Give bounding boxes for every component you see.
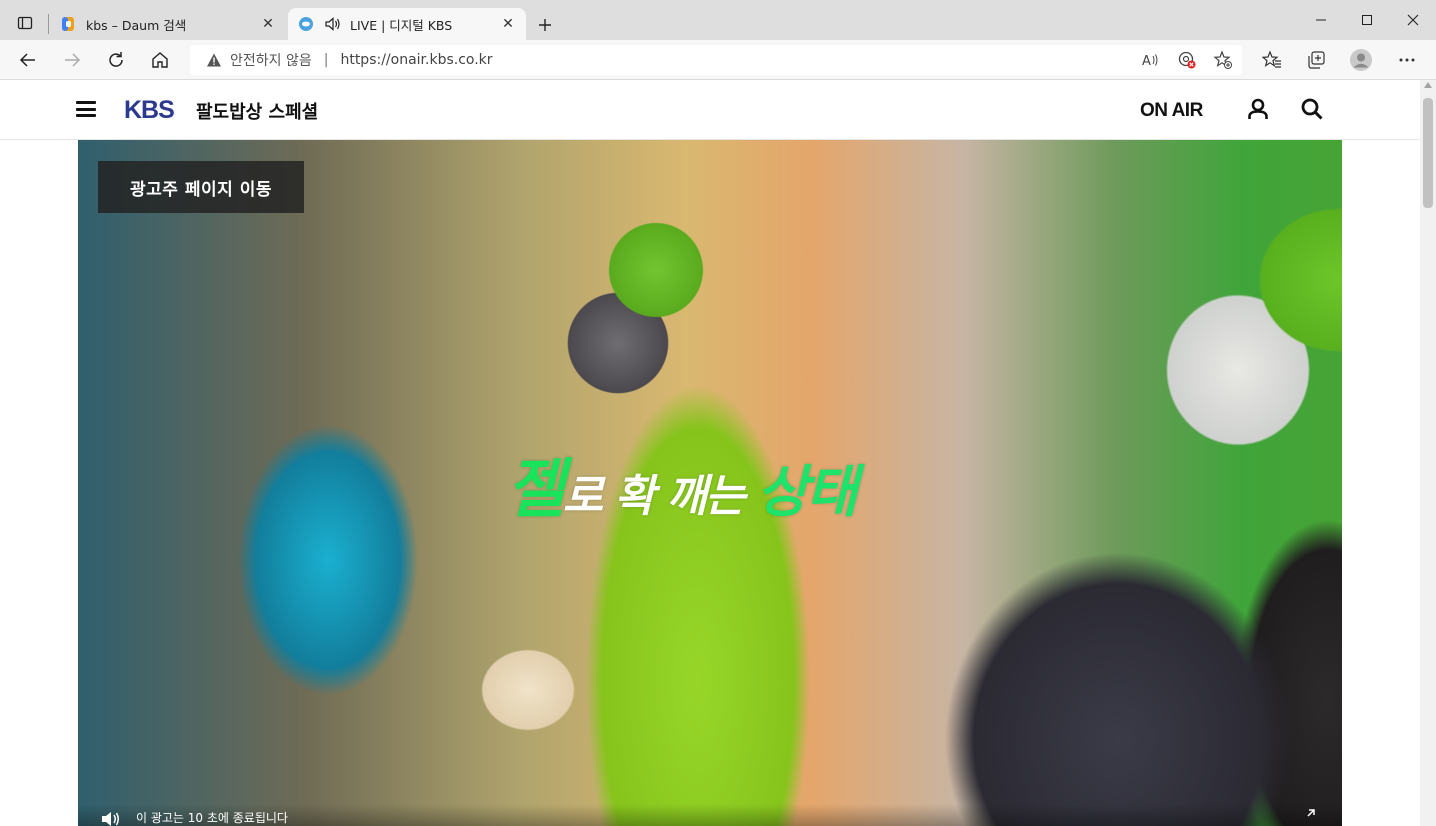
collections-icon[interactable] xyxy=(1300,44,1332,76)
web-page: KBS 팔도밥상 스페셜 ON AIR 광고주 페이지 이동 젤로 확 깨는 상… xyxy=(0,80,1420,826)
ad-control-bar: 이 광고는 10 초에 종료됩니다 xyxy=(78,804,1342,826)
kbs-favicon-icon xyxy=(299,17,313,31)
page-scrollbar[interactable] xyxy=(1420,80,1436,826)
scroll-up-icon[interactable] xyxy=(1424,82,1432,88)
tab-kbs-live[interactable]: LIVE | 디지털 KBS ✕ xyxy=(288,8,526,40)
close-window-icon[interactable] xyxy=(1390,4,1436,36)
ad-countdown: 이 광고는 10 초에 종료됩니다 xyxy=(136,811,288,825)
on-air-link[interactable]: ON AIR xyxy=(1140,100,1203,122)
tab-strip: kbs – Daum 검색 ✕ LIVE | 디지털 KBS ✕ xyxy=(0,0,1436,40)
browser-window: kbs – Daum 검색 ✕ LIVE | 디지털 KBS ✕ 안전하지 않음… xyxy=(0,0,1436,826)
url-text[interactable]: https://onair.kbs.co.kr xyxy=(340,52,492,68)
tracking-prevention-icon[interactable] xyxy=(1176,49,1198,71)
close-tab-icon[interactable]: ✕ xyxy=(496,12,520,36)
home-icon[interactable] xyxy=(144,44,176,76)
advertiser-page-button[interactable]: 광고주 페이지 이동 xyxy=(98,161,304,213)
speaker-icon[interactable] xyxy=(324,16,342,32)
scrollbar-thumb[interactable] xyxy=(1423,98,1433,208)
address-bar[interactable]: 안전하지 않음 | https://onair.kbs.co.kr A xyxy=(190,45,1242,75)
program-title[interactable]: 팔도밥상 스페셜 xyxy=(196,98,318,124)
user-icon[interactable] xyxy=(1246,97,1270,121)
volume-icon[interactable] xyxy=(100,810,122,826)
tab-title: kbs – Daum 검색 xyxy=(86,17,187,33)
caption-part-2: 로 확 깨는 xyxy=(562,471,757,522)
minimize-icon[interactable] xyxy=(1298,4,1344,36)
browser-toolbar: 안전하지 않음 | https://onair.kbs.co.kr A xyxy=(0,40,1436,80)
plus-icon[interactable] xyxy=(532,12,558,38)
warning-icon[interactable] xyxy=(206,52,222,68)
tab-title: LIVE | 디지털 KBS xyxy=(350,17,453,33)
ad-caption: 젤로 확 깨는 상태 xyxy=(506,438,858,530)
video-player[interactable]: 광고주 페이지 이동 젤로 확 깨는 상태 이 광고는 10 초에 종료됩니다 xyxy=(78,140,1342,826)
kbs-logo[interactable]: KBS xyxy=(124,96,175,125)
address-divider: | xyxy=(323,52,329,68)
tab-separator xyxy=(48,14,49,34)
svg-text:A: A xyxy=(1142,54,1151,68)
expand-icon[interactable] xyxy=(1302,808,1316,822)
tab-actions-icon[interactable] xyxy=(8,8,42,38)
search-icon[interactable] xyxy=(1300,97,1324,121)
forward-arrow-icon[interactable] xyxy=(56,44,88,76)
back-arrow-icon[interactable] xyxy=(12,44,44,76)
caption-part-3: 상태 xyxy=(756,460,858,525)
more-icon[interactable] xyxy=(1391,44,1423,76)
profile-icon[interactable] xyxy=(1345,44,1377,76)
read-aloud-icon[interactable]: A xyxy=(1140,49,1162,71)
tab-daum-search[interactable]: kbs – Daum 검색 ✕ xyxy=(50,8,286,40)
favorites-icon[interactable] xyxy=(1256,44,1288,76)
site-header: KBS 팔도밥상 스페셜 ON AIR xyxy=(0,80,1420,140)
menu-icon[interactable] xyxy=(76,98,96,120)
maximize-icon[interactable] xyxy=(1344,4,1390,36)
daum-favicon-icon xyxy=(62,17,74,31)
add-favorite-icon[interactable] xyxy=(1212,49,1234,71)
refresh-icon[interactable] xyxy=(100,44,132,76)
close-tab-icon[interactable]: ✕ xyxy=(256,12,280,36)
caption-part-1: 젤 xyxy=(506,453,565,527)
security-label[interactable]: 안전하지 않음 xyxy=(230,50,312,70)
